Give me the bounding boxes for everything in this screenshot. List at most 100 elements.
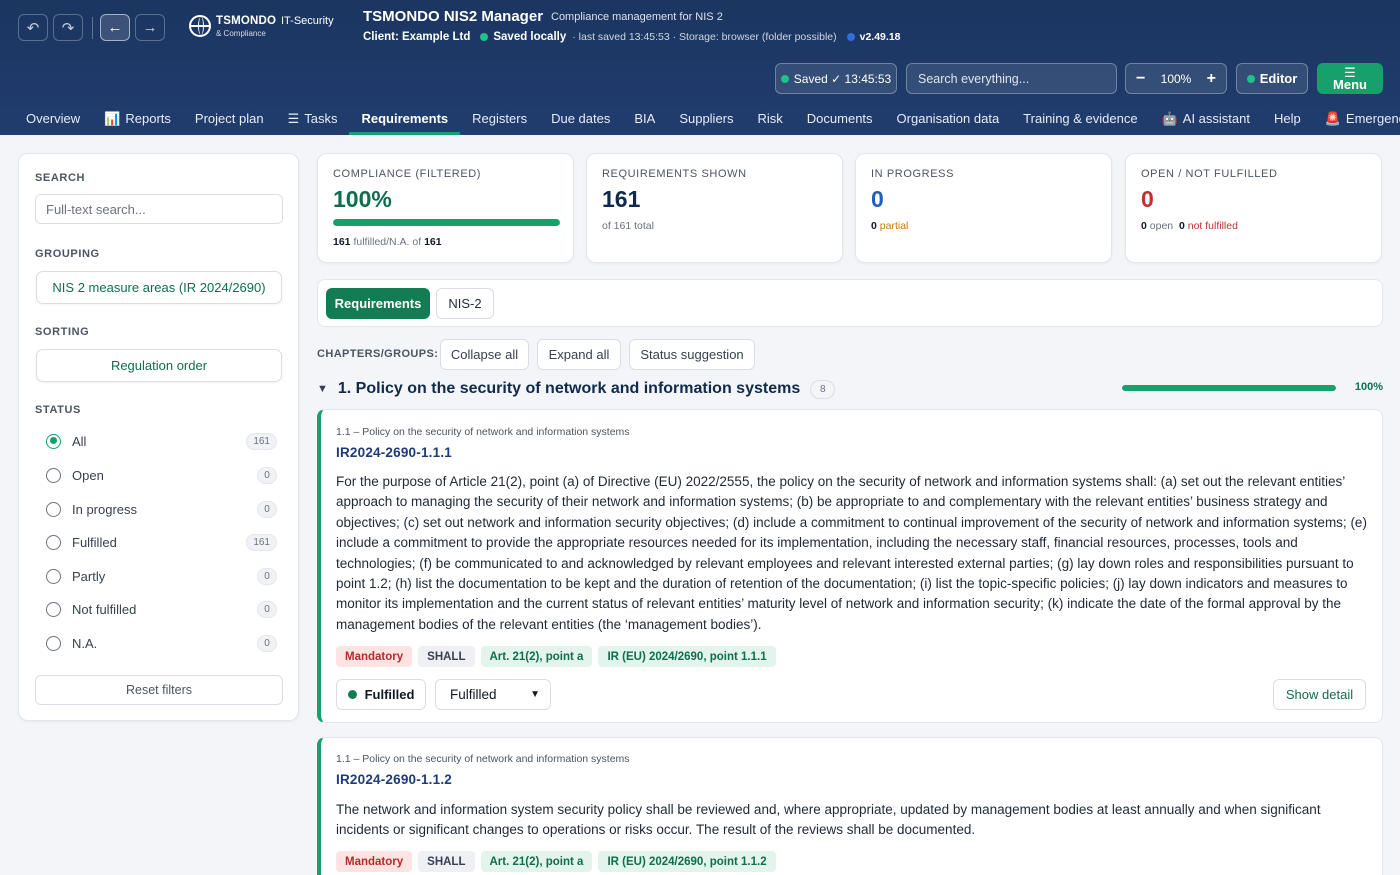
shall-tag: SHALL bbox=[418, 851, 475, 872]
forward-button[interactable]: → bbox=[135, 14, 165, 41]
tab-requirements[interactable]: Requirements bbox=[326, 288, 430, 319]
total-count: 161 bbox=[424, 236, 442, 248]
status-line: Client: Example Ltd Saved locally · last… bbox=[363, 31, 901, 43]
kpi-open-not-fulfilled: OPEN / NOT FULFILLED 0 0 open 0 not fulf… bbox=[1125, 153, 1382, 263]
saved-state: Saved locally bbox=[493, 31, 567, 43]
group-progress-bar bbox=[1122, 385, 1336, 391]
kpi-subtext: of 161 total bbox=[602, 220, 654, 232]
nav-emergency[interactable]: 🚨 Emergency bbox=[1313, 104, 1400, 135]
redo-icon: ↷ bbox=[61, 19, 75, 37]
partial-text: partial bbox=[879, 220, 909, 232]
zoom-in-button[interactable]: + bbox=[1207, 70, 1216, 88]
redo-button[interactable]: ↷ bbox=[53, 14, 83, 41]
expand-all-button[interactable]: Expand all bbox=[537, 339, 621, 370]
status-count-badge: 0 bbox=[257, 466, 277, 484]
group-count-badge: 8 bbox=[810, 379, 836, 399]
shall-tag: SHALL bbox=[418, 646, 475, 667]
regulation-tag: IR (EU) 2024/2690, point 1.1.1 bbox=[598, 646, 776, 667]
regulation-tag: IR (EU) 2024/2690, point 1.1.2 bbox=[598, 851, 776, 872]
kpi-subtext: 0 partial bbox=[871, 220, 908, 232]
saved-indicator-label: Saved ✓ 13:45:53 bbox=[793, 71, 892, 86]
status-select[interactable]: Fulfilled ▼ bbox=[435, 679, 551, 710]
arrow-right-icon: → bbox=[142, 19, 158, 36]
status-option-label: Open bbox=[72, 467, 104, 483]
nav-emergency-label: Emergency bbox=[1345, 111, 1400, 126]
collapse-all-button[interactable]: Collapse all bbox=[440, 339, 529, 370]
undo-button[interactable]: ↶ bbox=[18, 14, 48, 41]
nav-suppliers[interactable]: Suppliers bbox=[667, 104, 745, 135]
main-nav: Overview 📊 Reports Project plan ☰ Tasks Re… bbox=[14, 104, 1400, 135]
status-dot-icon bbox=[347, 690, 357, 699]
status-option-na[interactable]: N.A. 0 bbox=[46, 633, 277, 653]
grouping-select[interactable]: NIS 2 measure areas (IR 2024/2690) bbox=[36, 271, 282, 304]
status-count-badge: 0 bbox=[257, 600, 277, 618]
status-option-label: Partly bbox=[72, 568, 106, 584]
zoom-control: − 100% + bbox=[1125, 63, 1227, 94]
kpi-value: 0 bbox=[871, 186, 884, 212]
radio-icon bbox=[46, 534, 61, 550]
app-subtitle: Compliance management for NIS 2 bbox=[551, 11, 723, 23]
editor-mode-button[interactable]: Editor bbox=[1236, 63, 1308, 94]
reset-filters-button[interactable]: Reset filters bbox=[35, 675, 283, 705]
nav-reports[interactable]: 📊 Reports bbox=[92, 104, 183, 135]
undo-icon: ↶ bbox=[26, 19, 40, 37]
status-option-label: In progress bbox=[72, 501, 138, 517]
nav-tasks-label: Tasks bbox=[304, 111, 338, 126]
tab-nis2[interactable]: NIS-2 bbox=[436, 288, 494, 319]
nav-tasks[interactable]: ☰ Tasks bbox=[276, 104, 350, 135]
fulltext-search-input[interactable]: Full-text search... bbox=[35, 194, 283, 224]
collapse-triangle-icon[interactable]: ▼ bbox=[317, 383, 328, 395]
sorting-label: SORTING bbox=[35, 326, 90, 338]
show-detail-button[interactable]: Show detail bbox=[1273, 679, 1366, 710]
nav-documents[interactable]: Documents bbox=[795, 104, 885, 135]
nav-requirements[interactable]: Requirements bbox=[349, 104, 460, 135]
nav-reports-label: Reports bbox=[125, 111, 171, 126]
nav-organisation-data[interactable]: Organisation data bbox=[885, 104, 1012, 135]
group-header[interactable]: ▼ 1. Policy on the security of network a… bbox=[317, 378, 1383, 400]
status-option-label: Not fulfilled bbox=[72, 601, 137, 617]
status-option-not-fulfilled[interactable]: Not fulfilled 0 bbox=[46, 599, 277, 619]
zoom-out-button[interactable]: − bbox=[1136, 70, 1145, 88]
radio-icon bbox=[46, 568, 61, 584]
brand-subtitle: & Compliance bbox=[216, 29, 266, 38]
nav-registers[interactable]: Registers bbox=[460, 104, 539, 135]
kpi-value: 0 bbox=[1141, 186, 1154, 212]
arrow-left-icon: ← bbox=[107, 19, 123, 36]
search-label: SEARCH bbox=[35, 172, 86, 184]
group-progress-fill bbox=[1122, 385, 1336, 391]
requirement-id[interactable]: IR2024-2690-1.1.2 bbox=[336, 772, 452, 787]
kpi-value: 100% bbox=[333, 186, 392, 212]
saved-indicator: Saved ✓ 13:45:53 bbox=[775, 63, 897, 94]
status-option-in-progress[interactable]: In progress 0 bbox=[46, 499, 277, 519]
chevron-down-icon: ▼ bbox=[530, 689, 540, 700]
nav-help[interactable]: Help bbox=[1262, 104, 1313, 135]
back-button[interactable]: ← bbox=[100, 14, 130, 41]
compliance-progress-bar bbox=[333, 219, 560, 226]
status-option-all[interactable]: All 161 bbox=[46, 431, 277, 451]
radio-icon bbox=[46, 635, 61, 651]
nav-ai-assistant-label: AI assistant bbox=[1182, 111, 1250, 126]
group-title: 1. Policy on the security of network and… bbox=[337, 380, 801, 397]
brand-name: TSMONDO bbox=[216, 15, 277, 27]
nav-overview[interactable]: Overview bbox=[14, 104, 92, 135]
nav-training[interactable]: Training & evidence bbox=[1011, 104, 1149, 135]
sorting-select[interactable]: Regulation order bbox=[36, 349, 282, 382]
nav-risk[interactable]: Risk bbox=[746, 104, 795, 135]
status-option-partly[interactable]: Partly 0 bbox=[46, 566, 277, 586]
status-option-fulfilled[interactable]: Fulfilled 161 bbox=[46, 532, 277, 552]
brand-tagline: IT-Security bbox=[281, 15, 334, 27]
siren-icon: 🚨 bbox=[1324, 111, 1341, 126]
mandatory-tag: Mandatory bbox=[336, 646, 413, 667]
version-dot-icon bbox=[846, 33, 855, 41]
nav-bia[interactable]: BIA bbox=[622, 104, 667, 135]
menu-button[interactable]: ☰ Menu bbox=[1317, 63, 1383, 94]
requirement-id[interactable]: IR2024-2690-1.1.1 bbox=[336, 445, 452, 460]
status-option-open[interactable]: Open 0 bbox=[46, 465, 277, 485]
article-tag: Art. 21(2), point a bbox=[480, 851, 593, 872]
global-search-input[interactable]: Search everything... bbox=[906, 63, 1117, 94]
requirement-breadcrumb: 1.1 – Policy on the security of network … bbox=[336, 753, 630, 765]
nav-project-plan[interactable]: Project plan bbox=[183, 104, 276, 135]
status-suggestion-button[interactable]: Status suggestion bbox=[629, 339, 755, 370]
nav-ai-assistant[interactable]: 🤖 AI assistant bbox=[1150, 104, 1262, 135]
nav-due-dates[interactable]: Due dates bbox=[539, 104, 622, 135]
